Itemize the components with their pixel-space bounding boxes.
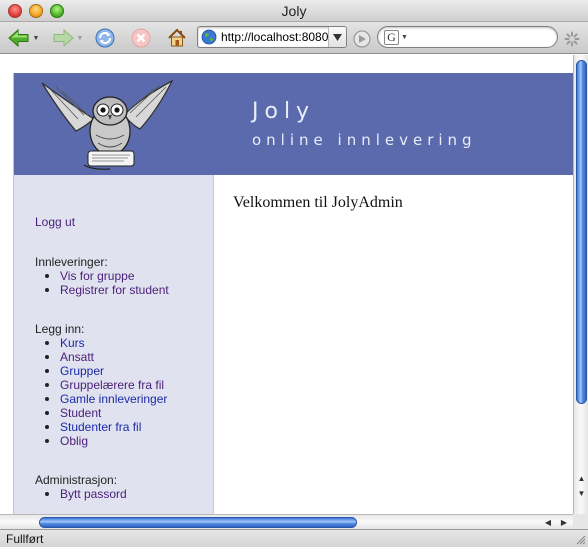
forward-history-dropdown-icon[interactable]: ▼ bbox=[77, 35, 84, 42]
registrer-for-student-link[interactable]: Registrer for student bbox=[60, 283, 169, 297]
list-item: Oblig bbox=[39, 434, 167, 448]
list-item: Studenter fra fil bbox=[39, 420, 167, 434]
go-icon[interactable] bbox=[353, 30, 371, 48]
scroll-right-arrow-icon[interactable]: ▶ bbox=[557, 515, 571, 530]
welcome-heading: Velkommen til JolyAdmin bbox=[233, 194, 403, 211]
ansatt-link[interactable]: Ansatt bbox=[60, 350, 94, 364]
horizontal-scroll-thumb[interactable] bbox=[39, 517, 357, 528]
scroll-left-arrow-icon[interactable]: ◀ bbox=[541, 515, 555, 530]
back-button[interactable]: ▼ bbox=[6, 26, 40, 50]
web-page: Joly online innlevering Logg ut Innlever… bbox=[13, 73, 573, 514]
page-viewport: Joly online innlevering Logg ut Innlever… bbox=[0, 55, 573, 514]
vis-for-gruppe-link[interactable]: Vis for gruppe bbox=[60, 269, 135, 283]
scrollbar-corner bbox=[573, 514, 588, 529]
scroll-down-arrow-icon[interactable]: ▼ bbox=[574, 487, 588, 501]
scroll-up-arrow-icon[interactable]: ▲ bbox=[574, 472, 588, 486]
kurs-link[interactable]: Kurs bbox=[60, 336, 85, 350]
home-button[interactable] bbox=[164, 26, 190, 50]
list-item: Bytt passord bbox=[39, 487, 127, 501]
throbber-icon bbox=[564, 31, 580, 47]
vertical-scroll-thumb[interactable] bbox=[576, 60, 587, 404]
sidebar-menu: Logg ut Innleveringer: Vis for gruppe Re… bbox=[14, 175, 214, 514]
window-title: Joly bbox=[281, 3, 307, 19]
chevron-down-icon bbox=[333, 33, 342, 41]
search-bar[interactable]: G ▼ bbox=[377, 26, 558, 48]
vertical-scrollbar[interactable]: ▲ ▼ bbox=[573, 55, 588, 514]
gruppelaerere-fra-fil-link[interactable]: Gruppelærere fra fil bbox=[60, 378, 164, 392]
url-input[interactable]: http://localhost:8080/joly/ bbox=[221, 30, 328, 44]
list-item: Gamle innleveringer bbox=[39, 392, 167, 406]
globe-icon bbox=[201, 29, 217, 45]
resize-grip-icon[interactable] bbox=[575, 534, 586, 545]
nav-group-legg-inn: Legg inn: Kurs Ansatt Grupper Gruppelære… bbox=[35, 322, 167, 448]
search-engine-dropdown-icon[interactable]: ▼ bbox=[401, 34, 408, 41]
bytt-passord-link[interactable]: Bytt passord bbox=[60, 487, 127, 501]
horizontal-scrollbar[interactable]: ◀ ▶ bbox=[0, 514, 573, 529]
studenter-fra-fil-link[interactable]: Studenter fra fil bbox=[60, 420, 141, 434]
student-link[interactable]: Student bbox=[60, 406, 101, 420]
brand-title: Joly bbox=[252, 99, 316, 124]
stop-button[interactable] bbox=[128, 26, 154, 50]
nav-group-administrasjon: Administrasjon: Bytt passord bbox=[35, 473, 127, 501]
grupper-link[interactable]: Grupper bbox=[60, 364, 104, 378]
home-icon bbox=[168, 28, 186, 47]
status-text: Fullført bbox=[6, 532, 44, 546]
gamle-innleveringer-link[interactable]: Gamle innleveringer bbox=[60, 392, 167, 406]
list-item: Gruppelærere fra fil bbox=[39, 378, 167, 392]
owl-logo bbox=[41, 79, 174, 170]
logout-link[interactable]: Logg ut bbox=[35, 215, 75, 229]
status-bar: Fullført bbox=[0, 529, 588, 547]
list-item: Registrer for student bbox=[39, 283, 169, 297]
list-item: Kurs bbox=[39, 336, 167, 350]
site-banner: Joly online innlevering bbox=[14, 73, 573, 175]
nav-group-heading: Innleveringer: bbox=[35, 255, 108, 269]
nav-group-heading: Legg inn: bbox=[35, 322, 85, 336]
oblig-link[interactable]: Oblig bbox=[60, 434, 88, 448]
list-item: Ansatt bbox=[39, 350, 167, 364]
back-icon bbox=[7, 28, 29, 48]
address-bar[interactable]: http://localhost:8080/joly/ bbox=[197, 26, 347, 48]
reload-icon bbox=[95, 28, 115, 48]
list-item: Grupper bbox=[39, 364, 167, 378]
title-bar: Joly bbox=[0, 0, 588, 22]
google-icon[interactable]: G bbox=[384, 29, 399, 45]
back-history-dropdown-icon[interactable]: ▼ bbox=[33, 35, 40, 42]
navigation-toolbar: ▼ ▼ http://localhost:8080 G ▼ bbox=[0, 22, 588, 54]
main-content: Velkommen til JolyAdmin bbox=[215, 175, 573, 514]
forward-button[interactable]: ▼ bbox=[50, 26, 84, 50]
reload-button[interactable] bbox=[92, 26, 118, 50]
forward-icon bbox=[53, 28, 74, 48]
brand-subtitle: online innlevering bbox=[252, 131, 477, 149]
nav-group-innleveringer: Innleveringer: Vis for gruppe Registrer … bbox=[35, 255, 169, 297]
url-history-dropdown[interactable] bbox=[328, 27, 346, 47]
nav-group-heading: Administrasjon: bbox=[35, 473, 118, 487]
list-item: Student bbox=[39, 406, 167, 420]
stop-icon bbox=[131, 28, 151, 48]
list-item: Vis for gruppe bbox=[39, 269, 169, 283]
